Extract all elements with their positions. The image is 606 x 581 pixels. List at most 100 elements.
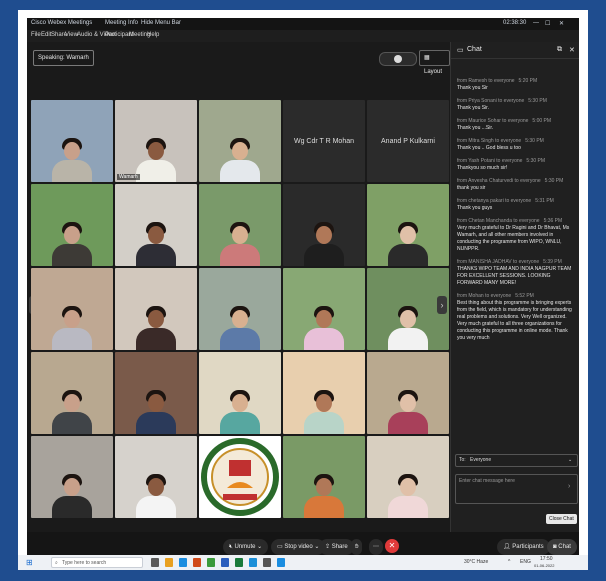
message-time: 5:31 PM xyxy=(535,198,554,204)
video-tile[interactable] xyxy=(31,100,113,182)
video-tile[interactable] xyxy=(367,184,449,266)
video-tile[interactable] xyxy=(31,436,113,518)
participants-label: Participants xyxy=(512,544,544,550)
video-tile[interactable] xyxy=(199,184,281,266)
tray-chevron-icon[interactable]: ^ xyxy=(508,559,510,565)
chat-message-text: Thank you ...Sir. xyxy=(457,125,494,131)
webex-window: Cisco Webex Meetings Meeting Info Hide M… xyxy=(27,18,579,563)
teams-icon[interactable] xyxy=(277,558,285,567)
share-label: Share xyxy=(331,544,348,550)
office-icon[interactable] xyxy=(193,558,201,567)
layout-button[interactable]: ▦ Layout xyxy=(419,50,450,75)
weather-widget[interactable]: 30°C Haze xyxy=(464,559,488,565)
send-icon[interactable]: › xyxy=(568,483,570,490)
clock-time[interactable]: 17:50 xyxy=(540,556,553,562)
language-indicator[interactable]: ENG xyxy=(520,559,531,565)
chrome-icon[interactable] xyxy=(207,558,215,567)
chat-panel: ▭ Chat ⧉ ✕ from Ramesh to everyone 5:20 P… xyxy=(450,42,579,532)
popout-icon[interactable]: ⧉ xyxy=(557,46,562,54)
chat-input[interactable]: Enter chat message here › xyxy=(455,474,578,504)
chat-message-sender: from MANISHA JADHAV to everyone 5:39 PM xyxy=(457,259,577,266)
video-tile[interactable]: Anand P Kulkarni xyxy=(367,100,449,182)
close-window-icon[interactable]: ✕ xyxy=(559,20,564,27)
video-tile[interactable] xyxy=(199,352,281,434)
sender-label: from Mohan to everyone xyxy=(457,293,512,299)
video-tile[interactable] xyxy=(115,184,197,266)
close-chat-icon[interactable]: ✕ xyxy=(569,46,575,54)
message-time: 5:39 PM xyxy=(543,259,562,265)
taskbar-search[interactable]: ⌕ Type here to search xyxy=(51,557,143,568)
video-tile[interactable] xyxy=(31,184,113,266)
hand-icon: ✋︎ xyxy=(355,544,359,550)
raise-hand-button[interactable]: ✋︎ xyxy=(351,539,363,555)
participant-video xyxy=(52,222,92,266)
share-button[interactable]: ⇪ Share xyxy=(319,539,354,555)
layout-icon: ▦ xyxy=(424,55,430,61)
app-icon[interactable] xyxy=(263,558,271,567)
video-tile[interactable] xyxy=(283,268,365,350)
video-tile[interactable] xyxy=(199,436,281,518)
windows-start-icon[interactable]: ⊞ xyxy=(26,558,33,567)
chat-message-sender: from Maurice Sohar to everyone 5:00 PM xyxy=(457,118,577,125)
slider-handle[interactable] xyxy=(394,55,402,63)
chat-message: from chetanya pakari to everyone 5:31 PM T… xyxy=(457,198,577,212)
chat-messages: from Ramesh to everyone 5:20 PM Thank you … xyxy=(457,78,577,348)
chat-message-sender: from Chetan Manchanda to everyone 5:36 PM xyxy=(457,218,577,225)
chat-message: from Yash Potani to everyone 5:30 PM Thank… xyxy=(457,158,577,172)
maximize-icon[interactable]: ☐ xyxy=(545,20,550,27)
chat-message-text: Thankyou so much sir! xyxy=(457,165,508,171)
clock-date[interactable]: 01-06-2022 xyxy=(534,563,554,568)
menu-help[interactable]: Help xyxy=(147,32,159,38)
next-page-arrow[interactable]: › xyxy=(437,296,447,314)
message-time: 5:30 PM xyxy=(544,178,564,184)
meeting-info-link[interactable]: Meeting Info xyxy=(105,20,138,26)
edge-icon[interactable] xyxy=(179,558,187,567)
message-time: 5:36 PM xyxy=(543,218,563,224)
hide-menu-bar-link[interactable]: Hide Menu Bar xyxy=(141,20,181,26)
file-explorer-icon[interactable] xyxy=(165,558,173,567)
participant-name: Wg Cdr T R Mohan xyxy=(283,100,365,182)
chat-button[interactable]: ◙ Chat xyxy=(547,539,577,555)
stop-video-button[interactable]: ▭ Stop video ⌄ xyxy=(271,539,326,555)
participant-video xyxy=(136,474,176,518)
participants-button[interactable]: 👤︎ Participants xyxy=(497,539,550,555)
more-options-button[interactable]: ⋯ xyxy=(369,539,383,555)
excel-icon[interactable] xyxy=(235,558,243,567)
video-tile[interactable] xyxy=(367,352,449,434)
chat-recipient-select[interactable]: To: Everyone ⌄ xyxy=(455,454,578,467)
video-tile[interactable]: Wg Cdr T R Mohan xyxy=(283,100,365,182)
video-tile[interactable] xyxy=(199,268,281,350)
search-icon: ⌕ xyxy=(55,560,58,566)
close-chat-tooltip: Close Chat xyxy=(546,514,577,524)
chat-message-sender: from Mohan to everyone 5:52 PM xyxy=(457,293,577,300)
task-view-icon[interactable] xyxy=(151,558,159,567)
video-tile[interactable] xyxy=(367,436,449,518)
video-tile[interactable] xyxy=(283,184,365,266)
video-tile[interactable] xyxy=(31,352,113,434)
unmute-button[interactable]: 🔇︎ Unmute ⌄ xyxy=(223,539,269,555)
video-tile[interactable] xyxy=(283,436,365,518)
menu-file[interactable]: File xyxy=(31,32,41,38)
video-tile[interactable] xyxy=(283,352,365,434)
word-icon[interactable] xyxy=(221,558,229,567)
chat-input-placeholder: Enter chat message here xyxy=(459,478,515,484)
video-tile[interactable] xyxy=(199,100,281,182)
video-tile[interactable] xyxy=(115,436,197,518)
video-zoom-slider[interactable] xyxy=(379,52,417,66)
menu-view[interactable]: View xyxy=(65,32,78,38)
chat-message-text: Best thing about this programme is bring… xyxy=(457,300,572,341)
chat-message-text: Thank you .. God bless u too xyxy=(457,145,521,151)
minimize-icon[interactable]: — xyxy=(533,20,539,26)
menu-edit[interactable]: Edit xyxy=(41,32,51,38)
webex-icon[interactable] xyxy=(249,558,257,567)
end-call-button[interactable]: ✕ xyxy=(385,539,399,553)
video-tile[interactable] xyxy=(115,268,197,350)
chat-message: from Mohan to everyone 5:52 PM Best thing … xyxy=(457,293,577,342)
video-tile[interactable] xyxy=(115,352,197,434)
chat-title: Chat xyxy=(467,46,482,53)
video-tile[interactable]: Wamarh xyxy=(115,100,197,182)
chat-message: from Priya Sonani to everyone 5:30 PM Than… xyxy=(457,98,577,112)
video-tile[interactable] xyxy=(31,268,113,350)
sender-label: from Yash Potani to everyone xyxy=(457,158,523,164)
participant-video xyxy=(52,138,92,182)
